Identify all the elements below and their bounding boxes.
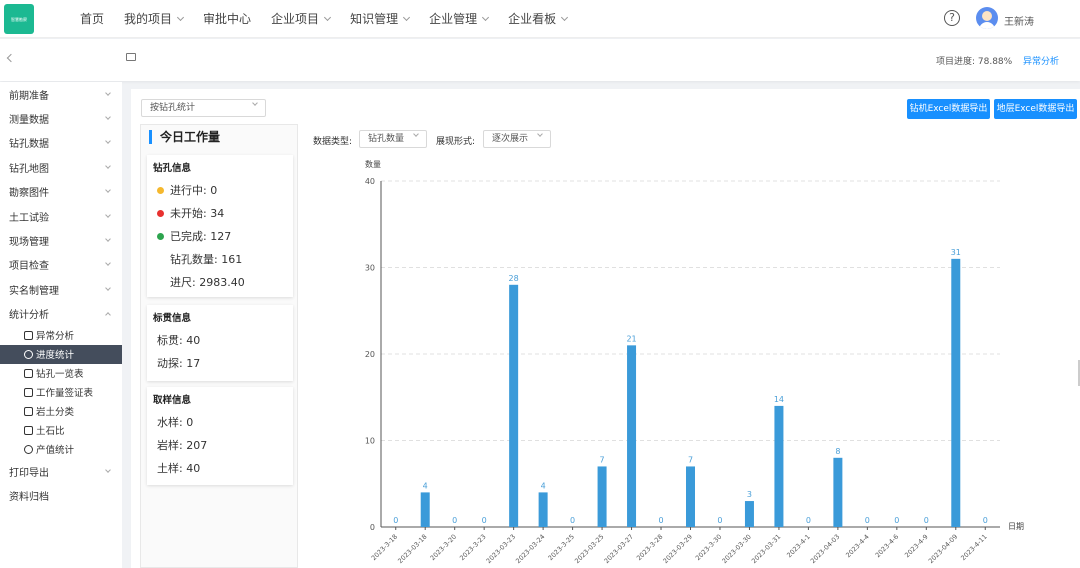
chart-bar	[538, 492, 548, 527]
x-tick-label: 2023-03-25	[573, 533, 605, 565]
chart-bar	[420, 492, 430, 527]
x-tick-label: 2023-3-25	[547, 533, 576, 562]
x-tick-label: 2023-3-30	[694, 533, 723, 562]
x-tick-label: 2023-4-6	[874, 533, 901, 560]
data-label: 0	[806, 516, 811, 525]
data-label: 0	[570, 516, 575, 525]
y-axis-title: 数量	[365, 159, 381, 169]
x-tick-label: 2023-03-23	[485, 533, 517, 565]
x-tick-label: 2023-3-18	[370, 533, 399, 562]
x-tick-label: 2023-03-24	[514, 533, 546, 565]
x-tick-label: 2023-04-09	[927, 533, 959, 565]
data-label: 7	[688, 455, 693, 464]
data-label: 0	[482, 516, 487, 525]
x-tick-label: 2023-3-23	[458, 533, 487, 562]
data-label: 0	[658, 516, 663, 525]
x-tick-label: 2023-4-11	[959, 533, 988, 562]
data-label: 3	[747, 490, 752, 499]
data-label: 0	[894, 516, 899, 525]
x-tick-label: 2023-03-18	[396, 533, 428, 565]
x-tick-label: 2023-3-20	[429, 533, 458, 562]
progress-bar-chart: 010203040数量日期02023-3-1842023-03-1802023-…	[365, 159, 1024, 565]
y-tick-label: 40	[365, 177, 375, 186]
chart-bar	[627, 345, 637, 527]
x-tick-label: 2023-04-03	[809, 533, 841, 565]
data-label: 31	[951, 248, 961, 257]
data-label: 4	[423, 481, 428, 490]
chart-bar	[686, 466, 695, 527]
data-label: 14	[774, 395, 784, 404]
x-tick-label: 2023-4-4	[844, 533, 871, 560]
x-tick-label: 2023-03-27	[603, 533, 635, 565]
y-tick-label: 0	[370, 523, 375, 532]
data-label: 21	[626, 334, 636, 343]
data-label: 0	[452, 516, 457, 525]
chart-bar	[833, 457, 843, 527]
data-label: 28	[509, 274, 519, 283]
y-tick-label: 30	[365, 264, 375, 273]
y-tick-label: 10	[365, 437, 375, 446]
y-tick-label: 20	[365, 350, 375, 359]
chart-bar	[597, 466, 607, 527]
data-label: 4	[541, 481, 546, 490]
data-label: 7	[600, 455, 605, 464]
data-label: 0	[393, 516, 398, 525]
chart-bar	[509, 284, 519, 527]
chart-bar	[744, 501, 754, 527]
chart-bar	[774, 405, 784, 527]
data-label: 0	[983, 516, 988, 525]
x-tick-label: 2023-03-31	[750, 533, 782, 565]
x-tick-label: 2023-4-1	[785, 533, 812, 560]
x-axis-title: 日期	[1008, 522, 1024, 531]
data-label: 0	[865, 516, 870, 525]
x-tick-label: 2023-3-28	[635, 533, 664, 562]
data-label: 8	[835, 447, 840, 456]
x-tick-label: 2023-4-9	[903, 533, 930, 560]
x-tick-label: 2023-03-30	[720, 533, 752, 565]
x-tick-label: 2023-03-29	[662, 533, 694, 565]
data-label: 0	[717, 516, 722, 525]
data-label: 0	[924, 516, 929, 525]
chart-bar	[951, 258, 961, 527]
